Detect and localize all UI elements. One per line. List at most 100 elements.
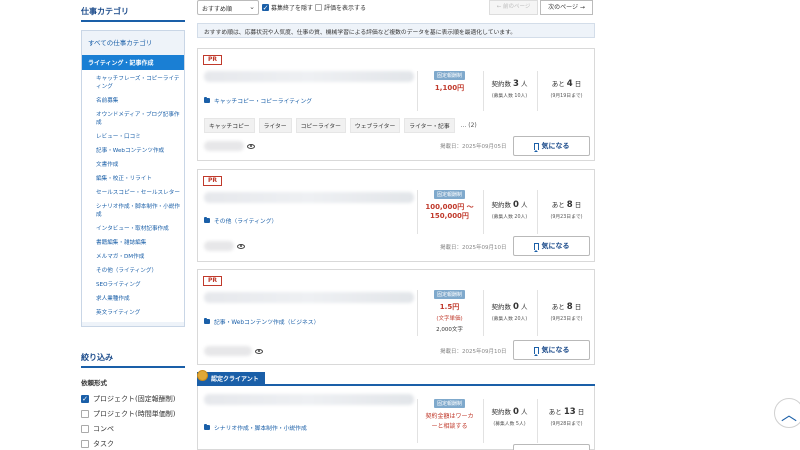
- sort-select-value: おすすめ順: [202, 6, 233, 13]
- category-heading: 仕事カテゴリ: [81, 0, 185, 22]
- sort-select[interactable]: おすすめ順 ⌄: [197, 0, 259, 15]
- pay-type-badge: 固定報酬制: [433, 399, 465, 408]
- job-title-blurred[interactable]: [204, 192, 414, 203]
- price-column: 固定報酬制 1.5円 (文字単価) 2,000文字: [417, 290, 481, 336]
- subcategory-item[interactable]: 英文ライティング: [96, 306, 184, 320]
- subcategory-item[interactable]: 求人業種作成: [96, 292, 184, 306]
- filter-option[interactable]: ✓ プロジェクト(固定報酬制): [81, 391, 175, 406]
- checkbox-checked-icon[interactable]: ✓: [81, 394, 89, 403]
- price-column: 固定報酬制 1,100円: [417, 71, 481, 111]
- category-box: すべての仕事カテゴリ ライティング・記事作成 キャッチフレーズ・コピーライティン…: [81, 30, 185, 327]
- job-title-blurred[interactable]: [204, 394, 414, 405]
- client-name-blurred[interactable]: [204, 141, 244, 151]
- subcategory-item[interactable]: インタビュー・取材記事作成: [96, 222, 184, 236]
- job-category-link[interactable]: その他（ライティング）: [204, 216, 277, 225]
- recruit-count: (募集人数 20人): [491, 215, 528, 220]
- subcategory-item[interactable]: セールスコピー・セールスレター: [96, 186, 184, 200]
- toolbar: おすすめ順 ⌄ ✓ 募集終了を隠す 評価を表示する ← 前のページ 次のページ …: [197, 0, 595, 17]
- pay-type-badge: 固定報酬制: [433, 190, 465, 199]
- checkbox-icon[interactable]: [315, 4, 322, 11]
- bookmark-icon: [533, 346, 539, 356]
- price-column: 固定報酬制 契約金額はワーカ ーと相談する: [417, 399, 481, 443]
- folder-icon: [204, 318, 210, 324]
- filter-option[interactable]: プロジェクト(時間単価制): [81, 406, 175, 421]
- subcategory-item[interactable]: 文書作成: [96, 158, 184, 172]
- scroll-to-top-button[interactable]: ︿: [774, 398, 800, 428]
- filter-option-label: コンペ: [93, 424, 114, 433]
- favorite-button[interactable]: 気になる: [513, 236, 590, 256]
- contract-count: 契約数 0 人: [491, 407, 528, 417]
- client-info[interactable]: [204, 141, 255, 151]
- tag[interactable]: コピーライター: [295, 118, 346, 133]
- deadline-column: あと 4 日 (9月19日まで): [537, 71, 595, 111]
- price-note: (文字単価): [436, 316, 463, 322]
- favorite-button[interactable]: 気になる: [513, 136, 590, 156]
- chevron-up-icon: ︿: [780, 405, 797, 424]
- job-category-link[interactable]: シナリオ作成・脚本制作・小説作成: [204, 423, 307, 432]
- subcategory-item[interactable]: オウンドメディア・ブログ記事作成: [96, 108, 184, 130]
- filter-option[interactable]: タスク: [81, 436, 175, 450]
- contract-column: 契約数 0 人 (募集人数 5人): [483, 399, 535, 443]
- show-rating-toggle[interactable]: 評価を表示する: [315, 3, 366, 12]
- subcategory-item[interactable]: SEOライティング: [96, 278, 184, 292]
- subcategory-item[interactable]: その他（ライティング）: [96, 264, 184, 278]
- days-left: あと 4 日: [551, 79, 582, 89]
- folder-icon: [204, 424, 210, 430]
- job-category-link[interactable]: キャッチコピー・コピーライティング: [204, 96, 312, 105]
- subcategory-item[interactable]: メルマガ・DM作成: [96, 250, 184, 264]
- contract-count: 契約数 3 人: [491, 79, 528, 89]
- filter-option[interactable]: コンペ: [81, 421, 175, 436]
- job-title-blurred[interactable]: [204, 292, 414, 303]
- subcategory-item[interactable]: 編集・校正・リライト: [96, 172, 184, 186]
- checkbox-icon[interactable]: [81, 424, 89, 433]
- tag[interactable]: キャッチコピー: [204, 118, 255, 133]
- subcategory-item[interactable]: 名前募集: [96, 94, 184, 108]
- contract-count: 契約数 0 人: [491, 302, 528, 312]
- deadline-date: (9月19日まで): [550, 94, 583, 99]
- active-category[interactable]: ライティング・記事作成: [82, 55, 184, 70]
- client-name-blurred[interactable]: [204, 241, 234, 251]
- tag[interactable]: ウェブライター: [349, 118, 401, 133]
- eye-hidden-icon: [247, 143, 255, 149]
- price-column: 固定報酬制 100,000円 ～ 150,000円: [417, 190, 481, 234]
- all-categories-link[interactable]: すべての仕事カテゴリ: [82, 31, 184, 55]
- job-category-label: キャッチコピー・コピーライティング: [214, 99, 313, 105]
- contract-count: 契約数 0 人: [491, 200, 528, 210]
- job-card[interactable]: PR キャッチコピー・コピーライティング 固定報酬制 1,100円 契約数 3 …: [197, 48, 595, 161]
- job-card[interactable]: PR その他（ライティング） 固定報酬制 100,000円 ～ 150,000円…: [197, 169, 595, 262]
- favorite-label: 気になる: [541, 242, 570, 250]
- deadline-column: あと 8 日 (9月23日まで): [537, 290, 595, 336]
- tag[interactable]: ライター: [258, 118, 292, 133]
- job-card[interactable]: PR 記事・Webコンテンツ作成（ビジネス） 固定報酬制 1.5円 (文字単価)…: [197, 269, 595, 365]
- checkbox-checked-icon[interactable]: ✓: [262, 4, 269, 12]
- job-category-link[interactable]: 記事・Webコンテンツ作成（ビジネス）: [204, 317, 319, 326]
- tags-more[interactable]: ... (2): [461, 122, 477, 129]
- deadline-date: (9月23日まで): [550, 215, 583, 220]
- favorite-button[interactable]: [513, 444, 590, 450]
- subcategory-item[interactable]: レビュー・口コミ: [96, 130, 184, 144]
- checkbox-icon[interactable]: [81, 439, 89, 448]
- certified-client-banner: 認定クライアント: [197, 370, 595, 386]
- client-name-blurred[interactable]: [204, 346, 252, 356]
- deadline-date: (9月23日まで): [550, 317, 583, 322]
- job-category-label: 記事・Webコンテンツ作成（ビジネス）: [214, 320, 320, 326]
- subcategory-item[interactable]: シナリオ作成・脚本制作・小説作成: [96, 200, 184, 222]
- hide-closed-toggle[interactable]: ✓ 募集終了を隠す: [262, 3, 313, 12]
- tag[interactable]: ライター・記事: [404, 118, 455, 133]
- subcategory-item[interactable]: キャッチフレーズ・コピーライティング: [96, 72, 184, 94]
- price-negotiable: 契約金額はワーカ ーと相談する: [425, 413, 474, 430]
- next-page-button[interactable]: 次のページ →: [540, 0, 593, 15]
- client-info[interactable]: [204, 346, 263, 356]
- hide-closed-label: 募集終了を隠す: [271, 5, 314, 12]
- days-left: あと 13 日: [548, 407, 585, 417]
- recruit-count: (募集人数 20人): [491, 317, 528, 322]
- job-card[interactable]: シナリオ作成・脚本制作・小説作成 固定報酬制 契約金額はワーカ ーと相談する 契…: [197, 386, 595, 450]
- price: 1,100円: [434, 84, 465, 92]
- job-title-blurred[interactable]: [204, 71, 414, 82]
- subcategory-item[interactable]: 書籍編集・雑誌編集: [96, 236, 184, 250]
- checkbox-icon[interactable]: [81, 409, 89, 418]
- favorite-button[interactable]: 気になる: [513, 340, 590, 360]
- subcategory-item[interactable]: 記事・Webコンテンツ作成: [96, 144, 184, 158]
- client-info[interactable]: [204, 241, 245, 251]
- prev-page-button[interactable]: ← 前のページ: [489, 0, 538, 15]
